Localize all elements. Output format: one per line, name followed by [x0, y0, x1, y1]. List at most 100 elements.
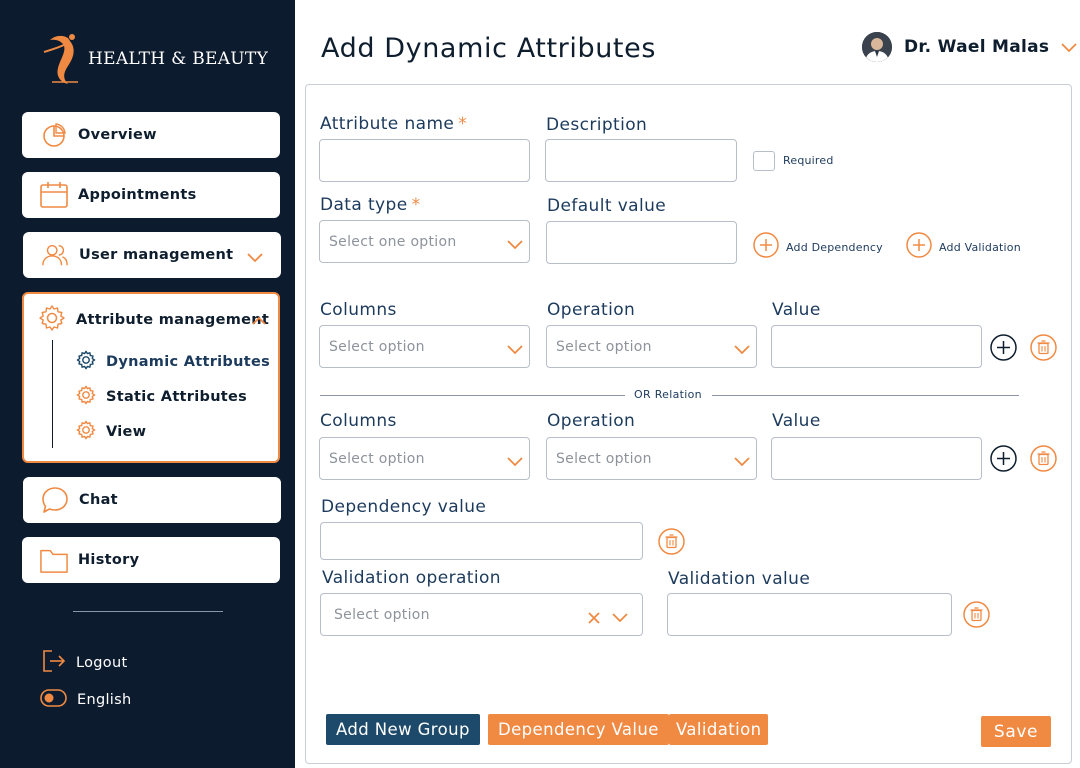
operation-select[interactable]: Select option: [546, 437, 757, 480]
data-type-select[interactable]: Select one option: [319, 220, 530, 263]
brand-name: HEALTH & BEAUTY: [88, 49, 269, 69]
chevron-down-icon: [734, 340, 750, 359]
trash-icon[interactable]: [658, 528, 685, 559]
columns-placeholder: Select option: [329, 339, 425, 355]
sidebar-item-label: User management: [79, 247, 234, 263]
add-validation-label: Add Validation: [939, 240, 1021, 254]
value-input[interactable]: [771, 437, 982, 480]
sidebar-item-label: Attribute management: [76, 312, 270, 328]
user-menu[interactable]: Dr. Wael Malas: [862, 32, 1077, 62]
operation-label: Operation: [547, 411, 636, 431]
chevron-down-icon: [507, 452, 523, 471]
default-value-label: Default value: [547, 196, 667, 216]
language-toggle[interactable]: English: [40, 689, 131, 711]
description-label: Description: [546, 115, 648, 135]
tree-line: [52, 340, 53, 448]
gear-icon: [38, 304, 66, 336]
validation-value-input[interactable]: [667, 593, 952, 636]
dependency-value-input[interactable]: [320, 522, 643, 560]
chevron-down-icon: [507, 340, 523, 359]
chat-bubble-icon: [41, 486, 69, 514]
columns-label: Columns: [320, 300, 397, 320]
sidebar-item-chat[interactable]: Chat: [23, 477, 281, 523]
form-panel: [305, 84, 1072, 764]
page-title: Add Dynamic Attributes: [321, 33, 656, 64]
attribute-name-label: Attribute name *: [320, 114, 468, 134]
operation-label: Operation: [547, 300, 636, 320]
value-input[interactable]: [771, 325, 982, 368]
language-label: English: [77, 692, 132, 708]
add-dependency-label: Add Dependency: [786, 240, 883, 254]
users-icon: [41, 241, 69, 269]
validation-operation-select[interactable]: Select option: [320, 593, 643, 636]
sidebar-item-label: History: [78, 552, 140, 568]
plus-circle-icon: [753, 232, 779, 262]
close-icon[interactable]: [588, 609, 600, 628]
validation-operation-label: Validation operation: [322, 568, 501, 588]
logout-icon: [42, 649, 66, 677]
sidebar-subitem-static-attributes[interactable]: Static Attributes: [76, 385, 247, 409]
operation-placeholder: Select option: [556, 451, 652, 467]
add-new-group-button[interactable]: Add New Group: [326, 714, 480, 745]
validation-value-label: Validation value: [668, 569, 811, 589]
validation-operation-placeholder: Select option: [334, 607, 430, 623]
sidebar-item-history[interactable]: History: [22, 537, 280, 583]
or-divider-right: [712, 395, 1019, 396]
sidebar-subitem-label: Static Attributes: [106, 389, 248, 405]
operation-placeholder: Select option: [556, 339, 652, 355]
sidebar-subitem-dynamic-attributes[interactable]: Dynamic Attributes: [76, 350, 270, 374]
add-row-plus-icon[interactable]: [990, 445, 1017, 476]
chevron-down-icon: [612, 608, 628, 627]
sidebar-item-label: Overview: [78, 127, 157, 143]
sidebar-item-attribute-management[interactable]: Attribute management Dynamic Attributes …: [22, 292, 280, 463]
sidebar-item-appointments[interactable]: Appointments: [22, 172, 280, 218]
gear-icon: [76, 385, 96, 409]
folder-icon: [40, 546, 68, 574]
required-mark: *: [458, 114, 468, 134]
sidebar-subitem-view[interactable]: View: [76, 420, 146, 444]
or-relation-label: OR Relation: [634, 388, 702, 401]
columns-placeholder: Select option: [329, 451, 425, 467]
attribute-name-input[interactable]: [319, 139, 530, 182]
sidebar-item-overview[interactable]: Overview: [22, 112, 280, 158]
calendar-icon: [40, 181, 68, 209]
data-type-placeholder: Select one option: [329, 234, 457, 250]
columns-select[interactable]: Select option: [319, 325, 530, 368]
add-dependency-button[interactable]: Add Dependency: [753, 232, 883, 262]
chevron-down-icon: [507, 235, 523, 254]
save-button[interactable]: Save: [981, 716, 1051, 747]
sidebar-item-label: Appointments: [78, 187, 197, 203]
sidebar-divider: [73, 611, 223, 612]
avatar: [862, 32, 892, 62]
trash-icon[interactable]: [963, 601, 990, 632]
columns-select[interactable]: Select option: [319, 437, 530, 480]
plus-circle-icon: [906, 232, 932, 262]
value-label: Value: [772, 300, 821, 320]
default-value-input[interactable]: [546, 221, 737, 264]
validation-button[interactable]: Validation: [669, 714, 769, 745]
trash-icon[interactable]: [1030, 445, 1057, 476]
description-input[interactable]: [545, 139, 737, 182]
required-checkbox[interactable]: [753, 151, 775, 171]
dependency-value-button[interactable]: Dependency Value: [488, 714, 669, 745]
sidebar-item-user-management[interactable]: User management: [23, 232, 281, 278]
sidebar: HEALTH & BEAUTY Overview Appointments Us…: [0, 0, 295, 768]
logout-link[interactable]: Logout: [42, 649, 127, 677]
trash-icon[interactable]: [1030, 334, 1057, 365]
gear-icon: [76, 420, 96, 444]
chevron-down-icon[interactable]: [1061, 38, 1077, 57]
chevron-down-icon: [734, 452, 750, 471]
sidebar-item-label: Chat: [79, 492, 118, 508]
chevron-down-icon[interactable]: [247, 248, 263, 267]
brand-logo[interactable]: HEALTH & BEAUTY: [38, 30, 268, 86]
value-label: Value: [772, 411, 821, 431]
data-type-label: Data type *: [320, 195, 421, 215]
add-validation-button[interactable]: Add Validation: [906, 232, 1021, 262]
chevron-up-icon[interactable]: [252, 310, 266, 329]
gear-icon: [76, 350, 96, 374]
dependency-value-label: Dependency value: [321, 497, 487, 517]
user-name: Dr. Wael Malas: [904, 37, 1050, 57]
operation-select[interactable]: Select option: [546, 325, 757, 368]
add-row-plus-icon[interactable]: [990, 334, 1017, 365]
required-checkbox-label: Required: [783, 154, 834, 167]
